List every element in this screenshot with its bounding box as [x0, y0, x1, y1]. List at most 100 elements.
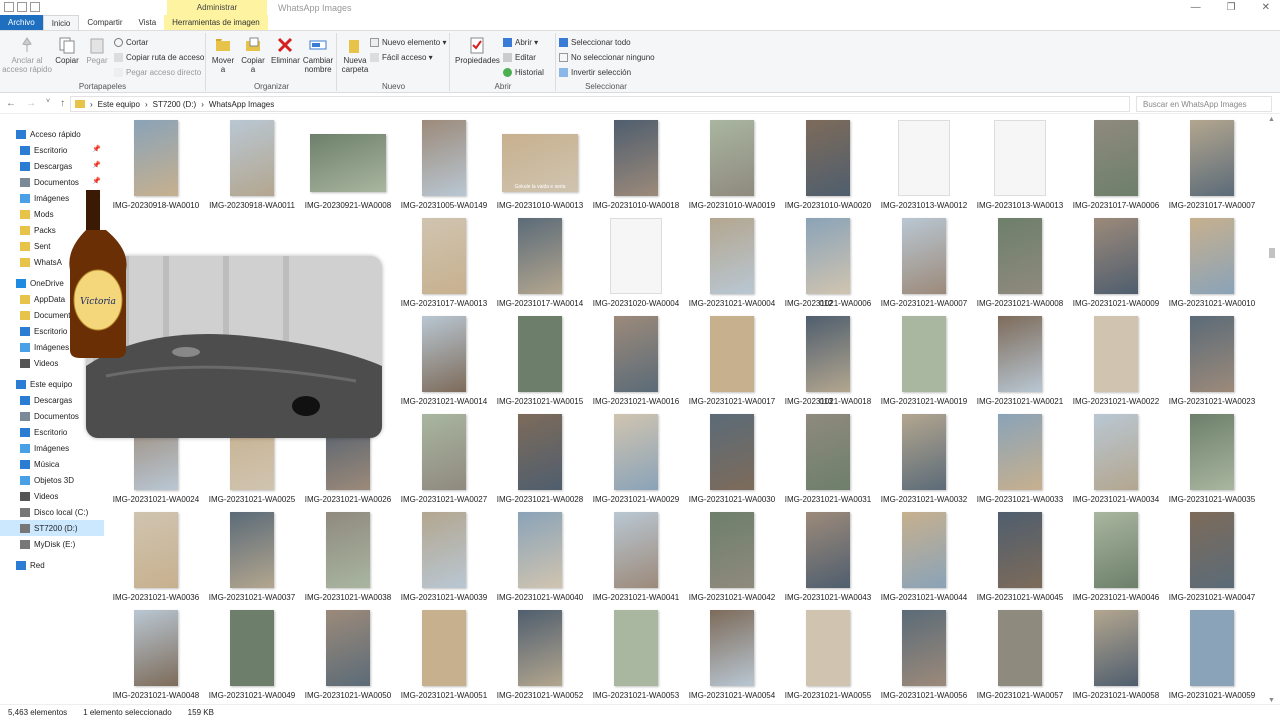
- file-item[interactable]: IMG-20231021-WA0019: [878, 312, 970, 410]
- file-item[interactable]: IMG-20231021-WA0021: [974, 312, 1066, 410]
- file-item[interactable]: IMG-20231021-WA0031: [782, 410, 874, 508]
- sidebar-item[interactable]: Red: [0, 557, 45, 573]
- select-all-button[interactable]: Seleccionar todo: [559, 38, 631, 47]
- forward-arrow-icon[interactable]: →: [26, 98, 36, 109]
- file-item[interactable]: IMG-20231021-WA0028: [494, 410, 586, 508]
- sidebar-item[interactable]: Videos: [0, 355, 58, 371]
- file-item[interactable]: IMG-20230921-WA0008: [302, 116, 394, 214]
- tab-herramientas-imagen[interactable]: Herramientas de imagen: [164, 15, 268, 30]
- file-item[interactable]: IMG-20231021-WA0056: [878, 606, 970, 704]
- sidebar-item[interactable]: WhatsA: [0, 254, 62, 270]
- file-item[interactable]: IMG-20231017-WA0006: [1070, 116, 1162, 214]
- file-item[interactable]: IMG-20231021-WA0041: [590, 508, 682, 606]
- vertical-scrollbar[interactable]: ▲ ▼: [1268, 116, 1276, 704]
- new-folder-button[interactable]: Nueva carpeta: [340, 36, 370, 74]
- tab-inicio[interactable]: Inicio: [42, 15, 80, 30]
- file-item[interactable]: IMG-20231021-WA0051: [398, 606, 490, 704]
- sidebar-item[interactable]: Sent: [0, 238, 50, 254]
- file-item[interactable]: IMG-20231021-WA0027: [398, 410, 490, 508]
- scroll-down-icon[interactable]: ▼: [1268, 697, 1275, 704]
- file-item[interactable]: IMG-20231021-WA0048: [110, 606, 202, 704]
- select-none-button[interactable]: No seleccionar ninguno: [559, 53, 655, 62]
- file-item[interactable]: IMG-20231021-WA0050: [302, 606, 394, 704]
- file-item[interactable]: Gokule la vaida e seria IMG-20231010-WA00…: [494, 116, 586, 214]
- file-item[interactable]: IMG-20231021-WA0008: [974, 214, 1066, 312]
- file-item[interactable]: IMG-20231021-WA0009: [1070, 214, 1162, 312]
- file-item[interactable]: IMG-20231021-WA0018: [782, 312, 874, 410]
- file-item[interactable]: IMG-20231021-WA0053: [590, 606, 682, 704]
- file-item[interactable]: IMG-20231021-WA0030: [686, 410, 778, 508]
- file-item[interactable]: IMG-20231021-WA0054: [686, 606, 778, 704]
- sidebar-item[interactable]: Este equipo: [0, 376, 72, 392]
- file-item[interactable]: IMG-20231021-WA0045: [974, 508, 1066, 606]
- file-item[interactable]: IMG-20231021-WA0059: [1166, 606, 1258, 704]
- history-button[interactable]: Historial: [503, 68, 544, 77]
- copy-to-button[interactable]: Copiar a: [239, 36, 267, 74]
- tab-archivo[interactable]: Archivo: [0, 15, 43, 30]
- sidebar-item[interactable]: Packs: [0, 222, 56, 238]
- sidebar-item[interactable]: Imágenes: [0, 440, 69, 456]
- file-item[interactable]: IMG-20231021-WA0007: [878, 214, 970, 312]
- file-item[interactable]: IMG-20231021-WA0029: [590, 410, 682, 508]
- pin-icon[interactable]: 📌: [92, 161, 101, 169]
- minimize-button[interactable]: —: [1191, 2, 1201, 13]
- maximize-button[interactable]: ❐: [1227, 2, 1236, 13]
- file-item[interactable]: IMG-20231010-WA0018: [590, 116, 682, 214]
- pin-icon[interactable]: 📌: [92, 177, 101, 185]
- file-item[interactable]: IMG-20231021-WA0036: [110, 508, 202, 606]
- file-item[interactable]: IMG-20231021-WA0010: [1166, 214, 1258, 312]
- file-item[interactable]: IMG-20231013-WA0012: [878, 116, 970, 214]
- file-item[interactable]: IMG-20231021-WA0049: [206, 606, 298, 704]
- address-bar[interactable]: › Este equipo › ST7200 (D:) › WhatsApp I…: [70, 96, 1130, 112]
- save-icon[interactable]: [4, 2, 14, 12]
- open-button[interactable]: Abrir ▾: [503, 38, 538, 47]
- file-item[interactable]: IMG-20231021-WA0042: [686, 508, 778, 606]
- breadcrumb-este-equipo[interactable]: Este equipo: [98, 100, 140, 109]
- file-item[interactable]: IMG-20231021-WA0004: [686, 214, 778, 312]
- file-item[interactable]: IMG-20231021-WA0044: [878, 508, 970, 606]
- invert-selection-button[interactable]: Invertir selección: [559, 68, 631, 77]
- file-item[interactable]: IMG-20231021-WA0039: [398, 508, 490, 606]
- copy-button[interactable]: Copiar: [54, 36, 80, 65]
- back-arrow-icon[interactable]: ←: [6, 98, 16, 109]
- easy-access-button[interactable]: Fácil acceso ▾: [370, 53, 433, 62]
- pin-quick-access-button[interactable]: Anclar al acceso rápido: [2, 36, 52, 74]
- file-item[interactable]: IMG-20231021-WA0033: [974, 410, 1066, 508]
- properties-icon[interactable]: [17, 2, 27, 12]
- delete-button[interactable]: Eliminar: [271, 36, 300, 65]
- file-item[interactable]: IMG-20231021-WA0058: [1070, 606, 1162, 704]
- sidebar-item[interactable]: Videos: [0, 488, 58, 504]
- file-item[interactable]: IMG-20231021-WA0035: [1166, 410, 1258, 508]
- file-item[interactable]: IMG-20231013-WA0013: [974, 116, 1066, 214]
- file-item[interactable]: IMG-20231010-WA0020: [782, 116, 874, 214]
- sidebar-item[interactable]: Descargas: [0, 158, 72, 174]
- properties-button[interactable]: Propiedades: [455, 36, 500, 65]
- recent-chevron-icon[interactable]: ˅: [46, 98, 50, 109]
- file-item[interactable]: IMG-20231021-WA0047: [1166, 508, 1258, 606]
- sidebar-item[interactable]: Mods: [0, 206, 54, 222]
- file-item[interactable]: IMG-20231021-WA0006: [782, 214, 874, 312]
- sidebar-item[interactable]: Música: [0, 456, 59, 472]
- file-item[interactable]: IMG-20231021-WA0052: [494, 606, 586, 704]
- file-item[interactable]: IMG-20231017-WA0013: [398, 214, 490, 312]
- tab-vista[interactable]: Vista: [131, 15, 165, 30]
- tab-compartir[interactable]: Compartir: [79, 15, 130, 30]
- sidebar-item[interactable]: Acceso rápido: [0, 126, 81, 142]
- sidebar-item[interactable]: Escritorio: [0, 424, 67, 440]
- up-arrow-icon[interactable]: ↑: [60, 98, 65, 109]
- file-item[interactable]: IMG-20231005-WA0149: [398, 116, 490, 214]
- file-item[interactable]: IMG-20231021-WA0023: [1166, 312, 1258, 410]
- move-to-button[interactable]: Mover a: [209, 36, 237, 74]
- sidebar-item[interactable]: Documentos: [0, 174, 79, 190]
- scroll-up-icon[interactable]: ▲: [1268, 116, 1275, 123]
- file-item[interactable]: IMG-20231017-WA0014: [494, 214, 586, 312]
- file-item[interactable]: IMG-20231021-WA0014: [398, 312, 490, 410]
- file-item[interactable]: IMG-20231017-WA0007: [1166, 116, 1258, 214]
- breadcrumb-drive[interactable]: ST7200 (D:): [153, 100, 197, 109]
- search-input[interactable]: Buscar en WhatsApp Images: [1136, 96, 1272, 112]
- file-item[interactable]: IMG-20231021-WA0016: [590, 312, 682, 410]
- file-item[interactable]: IMG-20230918-WA0011: [206, 116, 298, 214]
- sidebar-item[interactable]: Objetos 3D: [0, 472, 74, 488]
- new-folder-icon[interactable]: [30, 2, 40, 12]
- sidebar-item[interactable]: Disco local (C:): [0, 504, 88, 520]
